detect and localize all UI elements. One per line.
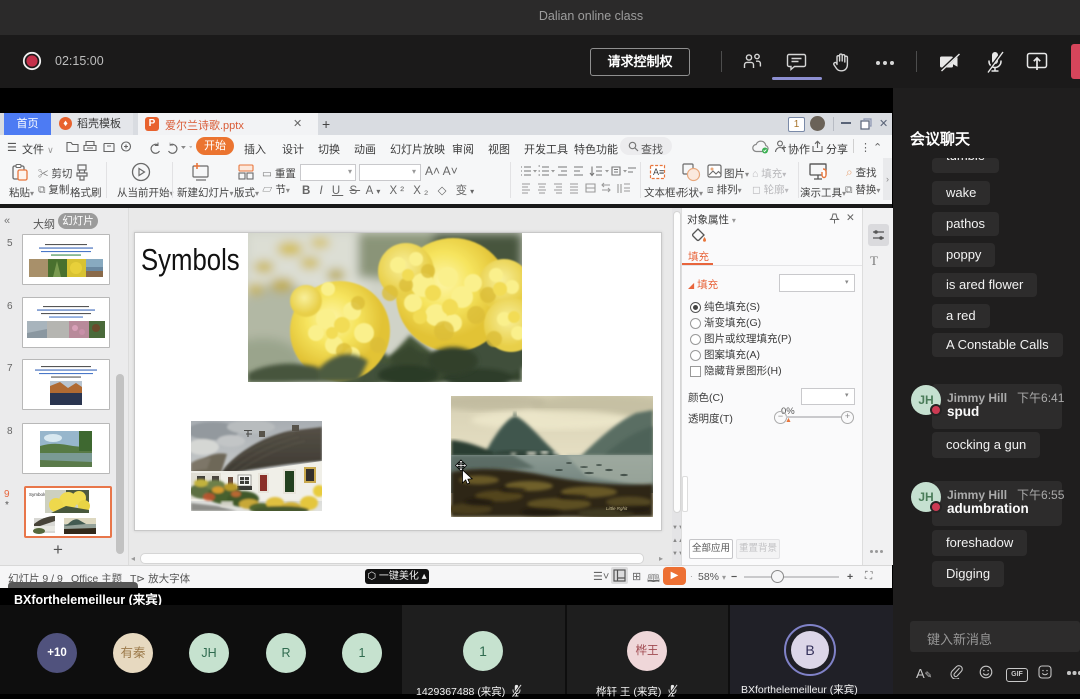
svg-text:Symbols: Symbols xyxy=(29,492,47,497)
svg-text:Little Rghit: Little Rghit xyxy=(606,506,628,511)
svg-text:A≡: A≡ xyxy=(653,167,664,177)
